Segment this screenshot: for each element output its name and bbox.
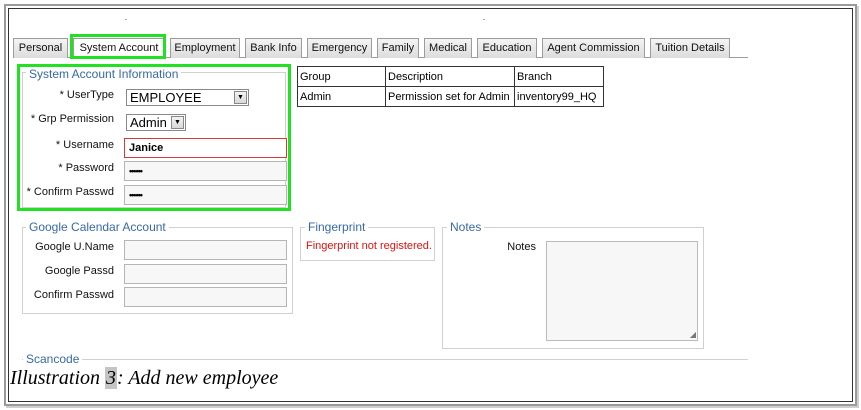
grp-permission-value: Admin xyxy=(130,115,167,130)
table-header-row: Group Description Branch xyxy=(297,66,604,87)
table-cell: Permission set for Admin xyxy=(385,86,515,107)
usertype-label: * UserType xyxy=(59,89,114,101)
table-cell: Admin xyxy=(297,86,386,107)
grp-permission-label: * Grp Permission xyxy=(30,113,114,125)
tab-emergency[interactable]: Emergency xyxy=(307,38,372,58)
username-label: * Username xyxy=(55,139,114,151)
illustration-caption: Illustration 3: Add new employee xyxy=(10,366,278,390)
tab-family[interactable]: Family xyxy=(377,38,419,58)
google-confirm-password-label: Confirm Passwd xyxy=(33,289,114,301)
chevron-down-icon: ▼ xyxy=(234,91,247,104)
tab-personal[interactable]: Personal xyxy=(13,38,68,58)
tab-employment[interactable]: Employment xyxy=(170,38,240,58)
tab-bank-info[interactable]: Bank Info xyxy=(245,38,302,58)
table-header-cell: Branch xyxy=(514,66,604,87)
table-cell: inventory99_HQ xyxy=(514,86,604,107)
tab-highlight-box xyxy=(70,34,166,59)
notes-legend: Notes xyxy=(447,220,485,234)
table-row[interactable]: Admin Permission set for Admin inventory… xyxy=(297,86,604,107)
usertype-select[interactable]: EMPLOYEE ▼ xyxy=(126,89,249,106)
tab-education[interactable]: Education xyxy=(477,38,537,58)
stray-dot xyxy=(125,19,127,20)
google-password-label: Google Passd xyxy=(44,265,114,277)
google-calendar-legend: Google Calendar Account xyxy=(26,220,169,234)
notes-textarea[interactable]: ◢ xyxy=(546,241,698,341)
tab-medical[interactable]: Medical xyxy=(424,38,472,58)
caption-suffix: : Add new employee xyxy=(117,367,279,389)
fingerprint-legend: Fingerprint xyxy=(305,220,369,234)
username-input[interactable]: Janice xyxy=(124,138,287,158)
google-username-input[interactable] xyxy=(124,240,287,260)
grp-permission-select[interactable]: Admin ▼ xyxy=(126,114,186,131)
table-header-cell: Description xyxy=(385,66,515,87)
table-header-cell: Group xyxy=(297,66,386,87)
password-label: * Password xyxy=(58,162,114,174)
caption-prefix: Illustration xyxy=(10,367,106,389)
usertype-value: EMPLOYEE xyxy=(130,90,202,105)
password-input[interactable]: •••••• xyxy=(124,161,287,181)
tab-agent-commission[interactable]: Agent Commission xyxy=(542,38,645,58)
caption-number: 3 xyxy=(105,367,118,389)
scancode-legend: Scancode xyxy=(23,352,83,366)
google-confirm-password-input[interactable] xyxy=(124,287,287,307)
google-username-label: Google U.Name xyxy=(35,241,114,253)
system-account-legend: System Account Information xyxy=(26,67,182,81)
confirm-password-input[interactable]: •••••• xyxy=(124,185,287,205)
resize-handle-icon[interactable]: ◢ xyxy=(690,331,696,339)
notes-label: Notes xyxy=(507,241,536,253)
fingerprint-status: Fingerprint not registered. xyxy=(306,240,432,252)
tab-tuition-details[interactable]: Tuition Details xyxy=(650,38,730,58)
stray-dot xyxy=(483,19,485,20)
confirm-password-label: * Confirm Passwd xyxy=(26,186,114,198)
google-password-input[interactable] xyxy=(124,264,287,284)
chevron-down-icon: ▼ xyxy=(171,116,184,129)
group-permission-table: Group Description Branch Admin Permissio… xyxy=(297,66,604,107)
